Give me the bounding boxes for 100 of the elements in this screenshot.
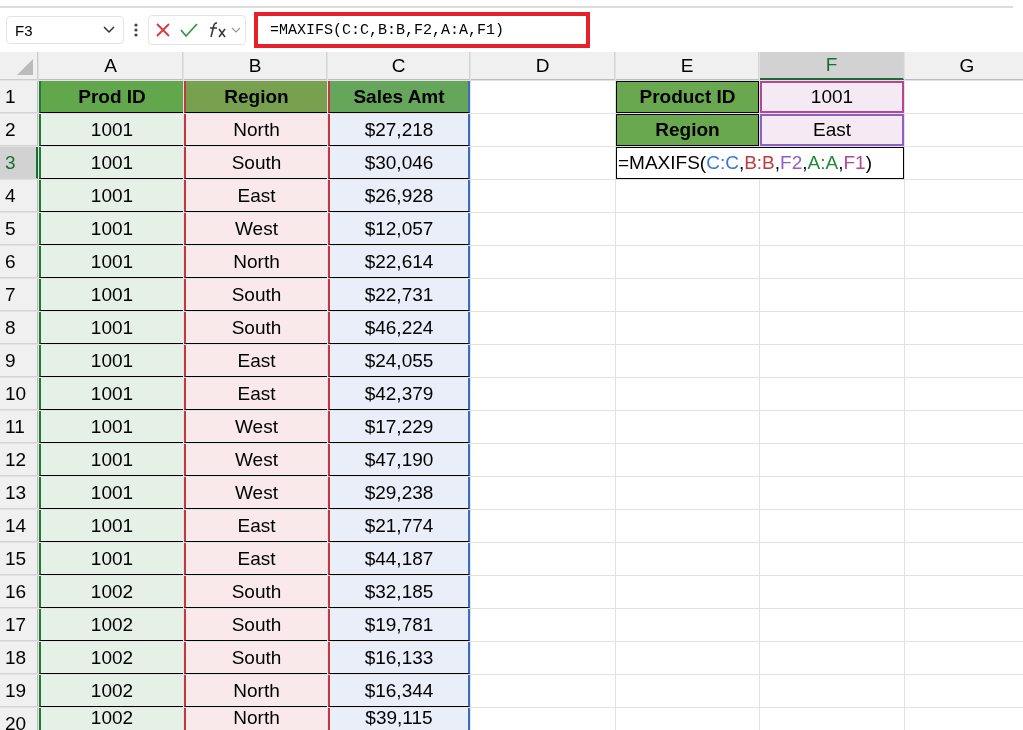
table-cell: 1001	[39, 378, 183, 410]
table-cell: $12,057	[328, 213, 470, 245]
row-header[interactable]: 4	[0, 180, 38, 212]
table-cell: South	[184, 642, 327, 674]
table-cell: $22,731	[328, 279, 470, 311]
formula-cell[interactable]: =MAXIFS(C:C,B:B,F2,A:A,F1)	[616, 147, 904, 179]
name-box[interactable]: F3	[6, 16, 124, 44]
column-header[interactable]: C	[328, 52, 470, 80]
table-cell: East	[184, 543, 327, 575]
table-cell: North	[184, 708, 327, 730]
column-header[interactable]: A	[39, 52, 183, 80]
table-cell: East	[184, 180, 327, 212]
row-header[interactable]: 5	[0, 213, 38, 245]
row-header[interactable]: 10	[0, 378, 38, 410]
column-heading: Prod ID	[39, 81, 183, 113]
criteria-value: 1001	[760, 81, 904, 113]
table-cell: 1001	[39, 477, 183, 509]
row-header[interactable]: 9	[0, 345, 38, 377]
row-header[interactable]: 16	[0, 576, 38, 608]
table-cell: West	[184, 444, 327, 476]
column-heading: Sales Amt	[328, 81, 470, 113]
row-header[interactable]: 17	[0, 609, 38, 641]
table-cell: East	[184, 510, 327, 542]
table-cell: West	[184, 477, 327, 509]
table-cell: $16,133	[328, 642, 470, 674]
table-cell: $42,379	[328, 378, 470, 410]
select-all-icon[interactable]	[16, 58, 34, 76]
column-header[interactable]: B	[184, 52, 327, 80]
column-header[interactable]: G	[905, 52, 1023, 80]
table-cell: $26,928	[328, 180, 470, 212]
table-cell: 1001	[39, 345, 183, 377]
table-cell: $30,046	[328, 147, 470, 179]
table-cell: $46,224	[328, 312, 470, 344]
chevron-down-icon	[103, 26, 115, 34]
check-icon[interactable]	[179, 22, 199, 38]
table-cell: North	[184, 675, 327, 707]
table-cell: $47,190	[328, 444, 470, 476]
table-cell: $19,781	[328, 609, 470, 641]
table-cell: 1002	[39, 576, 183, 608]
row-header[interactable]: 15	[0, 543, 38, 575]
table-cell: $21,774	[328, 510, 470, 542]
table-cell: 1002	[39, 609, 183, 641]
column-header[interactable]: F	[760, 52, 904, 80]
table-cell: 1001	[39, 279, 183, 311]
table-cell: $39,115	[328, 708, 470, 730]
table-cell: 1001	[39, 411, 183, 443]
row-header[interactable]: 11	[0, 411, 38, 443]
more-icon[interactable]	[134, 23, 138, 37]
row-header[interactable]: 14	[0, 510, 38, 542]
table-cell: South	[184, 576, 327, 608]
column-header[interactable]: E	[616, 52, 759, 80]
column-header[interactable]: D	[471, 52, 615, 80]
table-cell: East	[184, 378, 327, 410]
formula-field[interactable]: =MAXIFS(C:C,B:B,F2,A:A,F1)	[254, 12, 590, 48]
table-cell: South	[184, 312, 327, 344]
table-cell: South	[184, 279, 327, 311]
table-cell: 1002	[39, 675, 183, 707]
row-header[interactable]: 7	[0, 279, 38, 311]
table-cell: North	[184, 246, 327, 278]
table-cell: 1001	[39, 213, 183, 245]
table-cell: $32,185	[328, 576, 470, 608]
criteria-label: Product ID	[616, 81, 759, 113]
row-header[interactable]: 2	[0, 114, 38, 146]
table-cell: 1001	[39, 114, 183, 146]
criteria-value: East	[760, 114, 904, 146]
table-cell: $16,344	[328, 675, 470, 707]
criteria-label: Region	[616, 114, 759, 146]
table-cell: $22,614	[328, 246, 470, 278]
table-cell: 1002	[39, 708, 183, 730]
table-cell: West	[184, 411, 327, 443]
table-cell: 1001	[39, 444, 183, 476]
row-header[interactable]: 3	[0, 147, 38, 179]
table-cell: $29,238	[328, 477, 470, 509]
table-cell: $24,055	[328, 345, 470, 377]
table-cell: 1001	[39, 246, 183, 278]
table-cell: South	[184, 609, 327, 641]
close-icon[interactable]	[155, 22, 171, 38]
table-cell: $44,187	[328, 543, 470, 575]
row-header[interactable]: 18	[0, 642, 38, 674]
table-cell: North	[184, 114, 327, 146]
table-cell: West	[184, 213, 327, 245]
table-cell: South	[184, 147, 327, 179]
column-heading: Region	[184, 81, 327, 113]
table-cell: 1001	[39, 312, 183, 344]
row-header[interactable]: 13	[0, 477, 38, 509]
table-cell: 1002	[39, 642, 183, 674]
row-header[interactable]: 19	[0, 675, 38, 707]
table-cell: $27,218	[328, 114, 470, 146]
row-header[interactable]: 8	[0, 312, 38, 344]
row-header[interactable]: 20	[0, 708, 38, 730]
table-cell: 1001	[39, 180, 183, 212]
table-cell: 1001	[39, 510, 183, 542]
function-icon[interactable]	[207, 21, 241, 39]
table-cell: 1001	[39, 147, 183, 179]
row-header[interactable]: 12	[0, 444, 38, 476]
table-cell: 1001	[39, 543, 183, 575]
table-cell: East	[184, 345, 327, 377]
row-header[interactable]: 1	[0, 81, 38, 113]
row-header[interactable]: 6	[0, 246, 38, 278]
table-cell: $17,229	[328, 411, 470, 443]
